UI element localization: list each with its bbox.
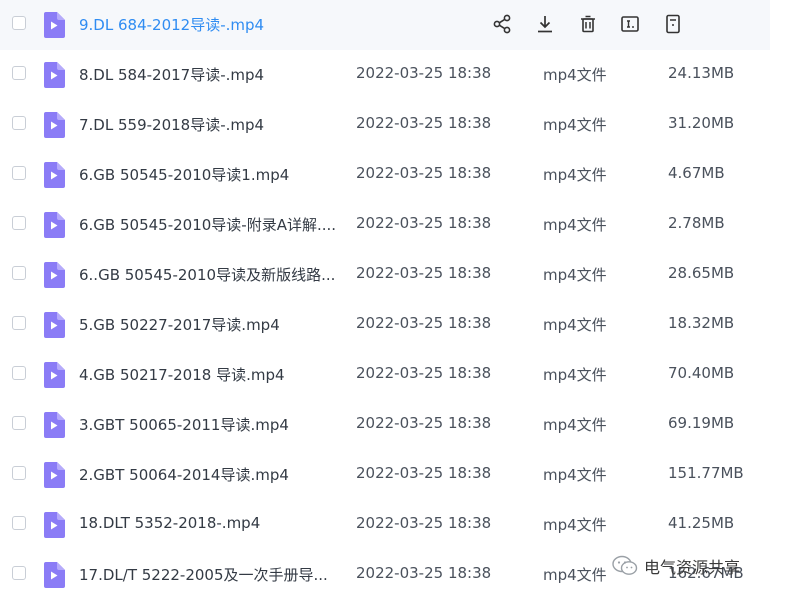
row-checkbox[interactable] — [12, 166, 26, 180]
video-file-icon — [43, 412, 65, 438]
video-file-icon — [43, 62, 65, 88]
file-size: 69.19MB — [668, 414, 735, 432]
file-size: 31.20MB — [668, 114, 735, 132]
file-size: 24.13MB — [668, 64, 735, 82]
file-type: mp4文件 — [543, 66, 607, 84]
file-size: 151.77MB — [668, 464, 744, 482]
file-name[interactable]: 8.DL 584-2017导读-.mp4 — [79, 64, 264, 85]
file-list: 9.DL 684-2012导读-.mp4 8.DL 584-2017导读-.mp… — [0, 0, 770, 600]
file-date: 2022-03-25 18:38 — [356, 214, 492, 232]
file-row[interactable]: 5.GB 50227-2017导读.mp4 2022-03-25 18:38 mp4… — [0, 300, 770, 350]
file-size: 70.40MB — [668, 364, 735, 382]
file-name[interactable]: 5.GB 50227-2017导读.mp4 — [79, 314, 280, 335]
file-row[interactable]: 2.GBT 50064-2014导读.mp4 2022-03-25 18:38 mp… — [0, 450, 770, 500]
file-date: 2022-03-25 18:38 — [356, 164, 492, 182]
download-icon[interactable] — [533, 12, 557, 36]
file-name[interactable]: 18.DLT 5352-2018-.mp4 — [79, 514, 260, 532]
file-type: mp4文件 — [543, 316, 607, 334]
file-type: mp4文件 — [543, 466, 607, 484]
file-date: 2022-03-25 18:38 — [356, 114, 492, 132]
file-date: 2022-03-25 18:38 — [356, 414, 492, 432]
file-type: mp4文件 — [543, 366, 607, 384]
row-checkbox[interactable] — [12, 66, 26, 80]
file-type: mp4文件 — [543, 516, 607, 534]
file-date: 2022-03-25 18:38 — [356, 264, 492, 282]
file-row[interactable]: 6..GB 50545-2010导读及新版线路... 2022-03-25 18:… — [0, 250, 770, 300]
rename-icon[interactable] — [618, 12, 642, 36]
row-checkbox[interactable] — [12, 266, 26, 280]
file-type: mp4文件 — [543, 566, 607, 584]
file-name[interactable]: 6..GB 50545-2010导读及新版线路... — [79, 264, 335, 285]
file-size: 4.67MB — [668, 164, 725, 182]
file-date: 2022-03-25 18:38 — [356, 514, 492, 532]
file-row[interactable]: 8.DL 584-2017导读-.mp4 2022-03-25 18:38 mp4文… — [0, 50, 770, 100]
video-file-icon — [43, 562, 65, 588]
file-name[interactable]: 3.GBT 50065-2011导读.mp4 — [79, 414, 289, 435]
video-file-icon — [43, 212, 65, 238]
row-checkbox[interactable] — [12, 466, 26, 480]
file-row[interactable]: 9.DL 684-2012导读-.mp4 — [0, 0, 770, 50]
video-file-icon — [43, 262, 65, 288]
watermark-text: 电气资源共享 — [644, 558, 741, 577]
file-name[interactable]: 6.GB 50545-2010导读1.mp4 — [79, 164, 289, 185]
file-date: 2022-03-25 18:38 — [356, 464, 492, 482]
row-checkbox[interactable] — [12, 316, 26, 330]
row-checkbox[interactable] — [12, 216, 26, 230]
file-name[interactable]: 9.DL 684-2012导读-.mp4 — [79, 14, 264, 35]
file-row[interactable]: 6.GB 50545-2010导读-附录A详解.... 2022-03-25 18… — [0, 200, 770, 250]
file-date: 2022-03-25 18:38 — [356, 564, 492, 582]
file-row[interactable]: 7.DL 559-2018导读-.mp4 2022-03-25 18:38 mp4文… — [0, 100, 770, 150]
video-file-icon — [43, 162, 65, 188]
row-checkbox[interactable] — [12, 416, 26, 430]
file-type: mp4文件 — [543, 416, 607, 434]
row-checkbox[interactable] — [12, 516, 26, 530]
file-row[interactable]: 6.GB 50545-2010导读1.mp4 2022-03-25 18:38 mp… — [0, 150, 770, 200]
file-date: 2022-03-25 18:38 — [356, 364, 492, 382]
file-type: mp4文件 — [543, 166, 607, 184]
file-row[interactable]: 3.GBT 50065-2011导读.mp4 2022-03-25 18:38 mp… — [0, 400, 770, 450]
file-size: 18.32MB — [668, 314, 735, 332]
row-checkbox[interactable] — [12, 116, 26, 130]
row-checkbox[interactable] — [12, 366, 26, 380]
file-name[interactable]: 7.DL 559-2018导读-.mp4 — [79, 114, 264, 135]
file-row[interactable]: 18.DLT 5352-2018-.mp4 2022-03-25 18:38 mp4… — [0, 500, 770, 550]
watermark: 电气资源共享 — [612, 553, 740, 579]
file-size: 28.65MB — [668, 264, 735, 282]
row-checkbox[interactable] — [12, 16, 26, 30]
video-file-icon — [43, 512, 65, 538]
file-size: 2.78MB — [668, 214, 725, 232]
more-icon[interactable] — [661, 12, 685, 36]
file-type: mp4文件 — [543, 216, 607, 234]
video-file-icon — [43, 362, 65, 388]
file-name[interactable]: 17.DL/T 5222-2005及一次手册导... — [79, 564, 328, 585]
file-date: 2022-03-25 18:38 — [356, 64, 492, 82]
delete-icon[interactable] — [576, 12, 600, 36]
video-file-icon — [43, 12, 65, 38]
wechat-logo-icon — [612, 555, 638, 575]
file-name[interactable]: 2.GBT 50064-2014导读.mp4 — [79, 464, 289, 485]
video-file-icon — [43, 312, 65, 338]
row-checkbox[interactable] — [12, 566, 26, 580]
file-type: mp4文件 — [543, 116, 607, 134]
file-row[interactable]: 4.GB 50217-2018 导读.mp4 2022-03-25 18:38 mp… — [0, 350, 770, 400]
share-icon[interactable] — [490, 12, 514, 36]
file-type: mp4文件 — [543, 266, 607, 284]
file-date: 2022-03-25 18:38 — [356, 314, 492, 332]
file-name[interactable]: 6.GB 50545-2010导读-附录A详解.... — [79, 214, 336, 235]
video-file-icon — [43, 462, 65, 488]
file-size: 41.25MB — [668, 514, 735, 532]
file-name[interactable]: 4.GB 50217-2018 导读.mp4 — [79, 364, 285, 385]
video-file-icon — [43, 112, 65, 138]
